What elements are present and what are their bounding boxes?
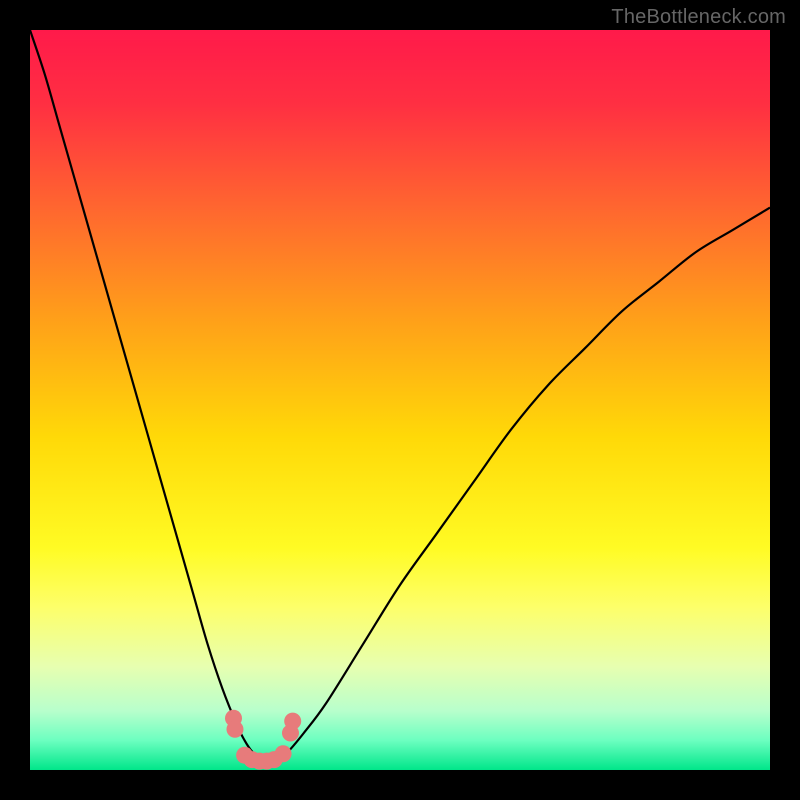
marker-dot xyxy=(226,721,243,738)
marker-dot xyxy=(284,713,301,730)
bottleneck-curve xyxy=(30,30,770,762)
marker-dots xyxy=(225,710,301,770)
chart-frame: TheBottleneck.com xyxy=(0,0,800,800)
marker-dot xyxy=(275,745,292,762)
watermark-text: TheBottleneck.com xyxy=(611,6,786,29)
plot-area xyxy=(30,30,770,770)
curve-layer xyxy=(30,30,770,770)
